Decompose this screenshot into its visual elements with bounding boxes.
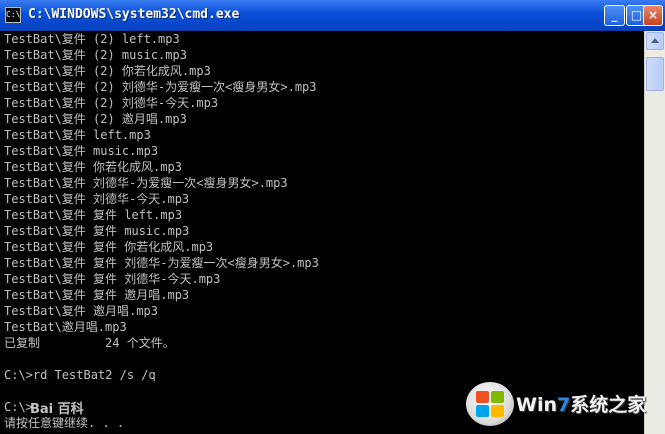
- console-line: TestBat\复件 (2) 刘德华-为爱瘦一次<瘦身男女>.mp3: [4, 80, 317, 94]
- console-line: TestBat\复件 (2) left.mp3: [4, 32, 180, 46]
- console-line: TestBat\复件 复件 left.mp3: [4, 208, 183, 222]
- cmd-app-icon[interactable]: C:\: [5, 7, 21, 23]
- console-line: TestBat\邀月唱.mp3: [4, 320, 127, 334]
- console-line: TestBat\复件 left.mp3: [4, 128, 151, 142]
- window-title: C:\WINDOWS\system32\cmd.exe: [28, 7, 240, 22]
- console-line: TestBat\复件 刘德华-为爱瘦一次<瘦身男女>.mp3: [4, 176, 288, 190]
- console-line: TestBat\复件 (2) 邀月唱.mp3: [4, 112, 187, 126]
- console-line: TestBat\复件 music.mp3: [4, 144, 159, 158]
- baidu-watermark: Bai 百科: [30, 402, 84, 417]
- console-line: TestBat\复件 刘德华-今天.mp3: [4, 192, 190, 206]
- console-line: TestBat\复件 邀月唱.mp3: [4, 304, 158, 318]
- win7-watermark-logo: Win7系统之家: [466, 378, 658, 430]
- win7-logo-text: Win7系统之家: [516, 390, 646, 417]
- console-line: TestBat\复件 (2) 刘德华-今天.mp3: [4, 96, 219, 110]
- scrollbar-thumb[interactable]: [646, 57, 664, 91]
- windows-flag-icon: [466, 382, 514, 426]
- console-line: TestBat\复件 复件 music.mp3: [4, 224, 190, 238]
- console-line: TestBat\复件 复件 邀月唱.mp3: [4, 288, 190, 302]
- console-line: TestBat\复件 复件 刘德华-今天.mp3: [4, 272, 221, 286]
- minimize-button[interactable]: _: [604, 5, 625, 26]
- console-line: TestBat\复件 (2) music.mp3: [4, 48, 187, 62]
- cmd-window: C:\ C:\WINDOWS\system32\cmd.exe _ □ × Te…: [0, 0, 665, 434]
- win7-logo-suffix: 系统之家: [570, 394, 647, 416]
- vertical-scrollbar[interactable]: [644, 31, 665, 434]
- console-line: TestBat\复件 你若化成风.mp3: [4, 160, 182, 174]
- console-line: 已复制 24 个文件。: [4, 336, 175, 350]
- console-line: TestBat\复件 复件 刘德华-为爱瘦一次<瘦身男女>.mp3: [4, 256, 319, 270]
- title-bar[interactable]: C:\ C:\WINDOWS\system32\cmd.exe _ □ ×: [0, 0, 665, 31]
- console-output[interactable]: TestBat\复件 (2) left.mp3 TestBat\复件 (2) m…: [4, 31, 642, 434]
- scroll-up-arrow-icon[interactable]: [646, 32, 664, 50]
- console-line: TestBat\复件 复件 你若化成风.mp3: [4, 240, 214, 254]
- close-button[interactable]: ×: [643, 5, 663, 26]
- win7-logo-prefix: Win: [516, 394, 557, 416]
- win7-logo-seven: 7: [557, 394, 571, 416]
- console-line: TestBat\复件 (2) 你若化成风.mp3: [4, 64, 211, 78]
